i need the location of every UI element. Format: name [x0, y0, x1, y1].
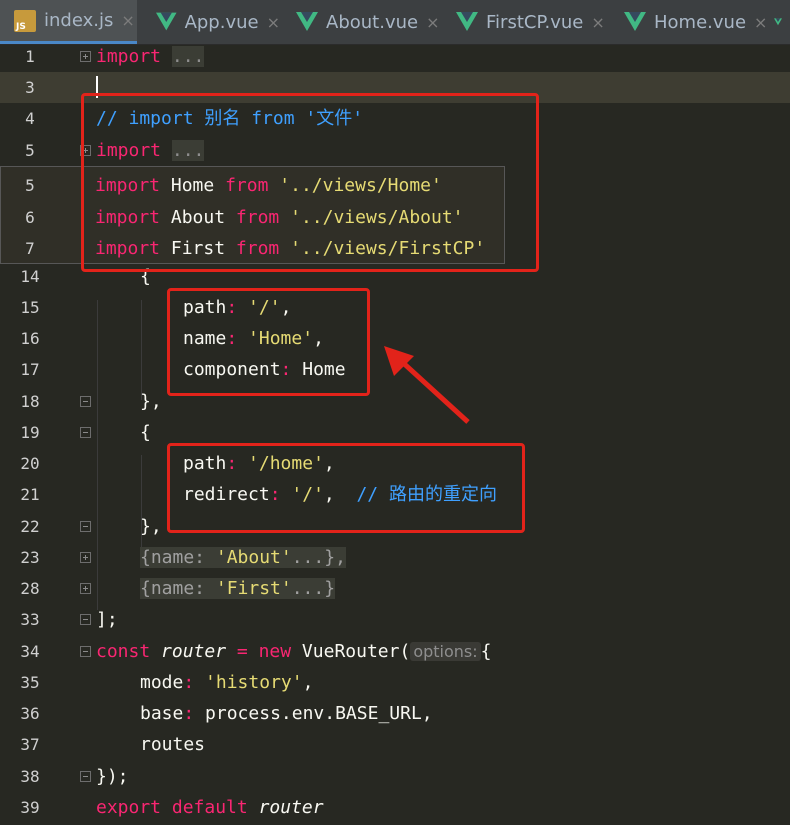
line-number: 35	[20, 673, 40, 692]
fold-icon[interactable]	[80, 552, 91, 563]
line-number: 5	[25, 176, 35, 195]
line-number: 36	[20, 704, 40, 723]
line-number: 6	[25, 208, 35, 227]
line-number: 16	[20, 329, 40, 348]
fold-icon[interactable]	[80, 427, 91, 438]
code-line: 33 ];	[0, 604, 790, 635]
fold-icon[interactable]	[80, 771, 91, 782]
close-icon[interactable]: ×	[267, 13, 280, 32]
annotation-box-redirect-route	[167, 443, 525, 533]
code-text: {name: 'First'...}	[140, 573, 336, 604]
annotation-box-home-route	[167, 288, 370, 396]
tab-label: About.vue	[326, 11, 419, 33]
line-number: 14	[20, 267, 40, 286]
code-line: 34 const router = new VueRouter(options:…	[0, 636, 790, 667]
vue-file-icon	[296, 12, 318, 31]
code-text: import ...	[96, 46, 205, 67]
tab-label: index.js	[44, 10, 114, 31]
code-line: 35 mode: 'history',	[0, 667, 790, 698]
tab-label: Home.vue	[654, 11, 747, 33]
parameter-hint: options:	[410, 642, 481, 661]
tab-overflow[interactable]	[774, 0, 790, 44]
code-text: ];	[96, 609, 118, 630]
vue-file-icon	[156, 12, 177, 31]
annotation-box-imports	[81, 93, 539, 272]
code-line: 1 import ...	[0, 41, 790, 72]
vue-file-icon	[624, 12, 646, 31]
code-text: mode: 'history',	[140, 672, 314, 693]
fold-icon[interactable]	[80, 583, 91, 594]
tab-app-vue[interactable]: App.vue ×	[150, 0, 280, 44]
close-icon[interactable]: ×	[121, 11, 134, 30]
line-number: 18	[20, 392, 40, 411]
line-number: 22	[20, 517, 40, 536]
line-number: 4	[25, 109, 35, 128]
code-text: {name: 'About'...},	[140, 542, 346, 573]
line-number: 3	[25, 78, 35, 97]
annotation-arrow-icon	[384, 346, 470, 424]
code-text: const router = new VueRouter(options:{	[96, 641, 492, 662]
code-text: },	[140, 516, 162, 537]
fold-icon[interactable]	[80, 396, 91, 407]
close-icon[interactable]: ×	[426, 13, 439, 32]
code-text: {	[140, 422, 151, 443]
folded-block[interactable]: {name: 'First'...}	[140, 578, 336, 599]
tab-index-js[interactable]: JS index.js ×	[0, 0, 137, 44]
vue-file-icon	[456, 12, 478, 31]
tab-about-vue[interactable]: About.vue ×	[290, 0, 440, 44]
editor-tab-bar: JS index.js × App.vue × About.vue × Firs…	[0, 0, 790, 45]
fold-icon[interactable]	[80, 614, 91, 625]
line-number: 7	[25, 239, 35, 258]
tab-firstcp-vue[interactable]: FirstCP.vue ×	[450, 0, 610, 44]
line-number: 5	[25, 141, 35, 160]
code-text: base: process.env.BASE_URL,	[140, 703, 433, 724]
fold-icon[interactable]	[80, 51, 91, 62]
line-number: 37	[20, 735, 40, 754]
code-line: 38 });	[0, 761, 790, 792]
tab-label: App.vue	[184, 11, 259, 33]
fold-icon[interactable]	[80, 521, 91, 532]
code-text: export default router	[96, 797, 324, 818]
code-line: 23 {name: 'About'...},	[0, 542, 790, 573]
code-line: 15 path: '/',	[0, 292, 790, 323]
code-line: 39 export default router	[0, 792, 790, 823]
vue-file-icon	[774, 18, 782, 26]
code-text: });	[96, 766, 129, 787]
folded-block[interactable]: {name: 'About'...},	[140, 547, 346, 568]
close-icon[interactable]: ×	[754, 13, 767, 32]
line-number: 19	[20, 423, 40, 442]
js-file-icon: JS	[14, 9, 36, 32]
line-number: 39	[20, 798, 40, 817]
code-text: },	[140, 391, 162, 412]
line-number: 33	[20, 610, 40, 629]
line-number: 34	[20, 642, 40, 661]
code-text: routes	[140, 734, 206, 755]
line-number: 28	[20, 579, 40, 598]
line-number: 15	[20, 298, 40, 317]
line-number: 38	[20, 767, 40, 786]
line-number: 23	[20, 548, 40, 567]
line-number: 1	[25, 47, 35, 66]
code-line: 37 routes	[0, 729, 790, 760]
code-line: 36 base: process.env.BASE_URL,	[0, 698, 790, 729]
line-number: 20	[20, 454, 40, 473]
line-number: 21	[20, 485, 40, 504]
tab-label: FirstCP.vue	[486, 11, 584, 33]
line-number: 17	[20, 360, 40, 379]
tab-home-vue[interactable]: Home.vue ×	[618, 0, 768, 44]
close-icon[interactable]: ×	[591, 13, 604, 32]
code-line: 28 {name: 'First'...}	[0, 573, 790, 604]
fold-icon[interactable]	[80, 646, 91, 657]
